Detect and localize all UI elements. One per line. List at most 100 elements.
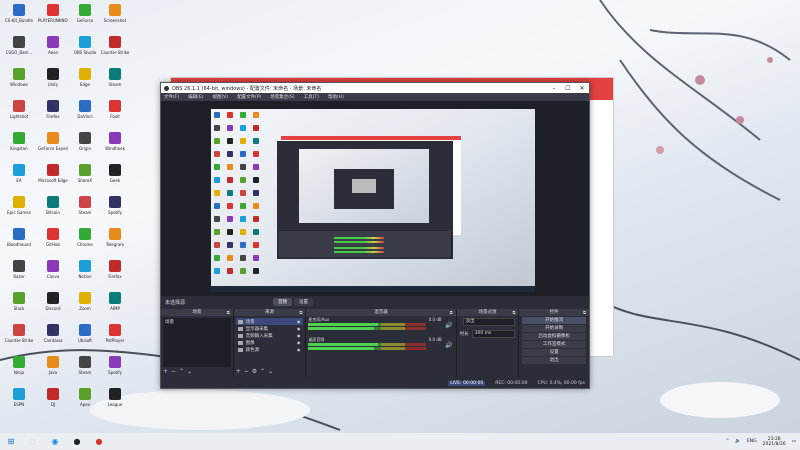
language-indicator[interactable]: ENG (747, 439, 757, 444)
desktop-icon[interactable]: Notion (70, 258, 100, 288)
desktop-icon[interactable]: DJ (38, 386, 68, 416)
move-up-icon[interactable]: ⌃ (260, 368, 265, 376)
menu-scene-collection[interactable]: 场景集合(S) (270, 94, 294, 100)
preview-area[interactable] (161, 101, 589, 296)
speaker-icon[interactable]: 🔊 (445, 322, 452, 329)
desktop-icon[interactable]: Lightshot (4, 98, 34, 128)
desktop-icon[interactable]: Ninja (4, 354, 34, 384)
desktop-icon[interactable]: CS-Kit_Bundle (4, 2, 34, 32)
desktop-icon[interactable]: Microsoft Edge (38, 162, 68, 192)
maximize-button[interactable]: ☐ (561, 85, 575, 92)
desktop-icon[interactable]: Aeon (38, 34, 68, 64)
desktop-icon[interactable]: Slack (4, 290, 34, 320)
move-down-icon[interactable]: ⌄ (187, 368, 192, 376)
duration-input[interactable]: 300 ms (471, 330, 516, 338)
start-streaming-button[interactable]: 开始推流 (522, 317, 586, 324)
visibility-icon[interactable]: ◉ (297, 326, 301, 331)
desktop-icon[interactable]: Steam (100, 66, 130, 96)
settings-button[interactable]: 设置 (522, 349, 586, 356)
preview-canvas[interactable] (211, 109, 535, 292)
dock-float-icon[interactable]: ⧉ (450, 309, 453, 316)
source-item[interactable]: 图像 ◉ (236, 339, 304, 346)
move-down-icon[interactable]: ⌄ (268, 368, 273, 376)
desktop-icon[interactable]: Telegram (100, 226, 130, 256)
virtual-camera-button[interactable]: 启动虚拟摄像机 (522, 333, 586, 340)
minimize-button[interactable]: – (547, 85, 561, 92)
menu-file[interactable]: 文件(F) (164, 94, 179, 100)
desktop-icon[interactable]: League (100, 386, 130, 416)
close-button[interactable]: ✕ (575, 85, 589, 92)
remove-scene-icon[interactable]: − (171, 368, 176, 376)
desktop-icon[interactable]: Discord (38, 290, 68, 320)
desktop-icon[interactable]: Java (38, 354, 68, 384)
desktop-icon[interactable]: Epic Games (4, 194, 34, 224)
add-source-icon[interactable]: + (236, 368, 241, 376)
remove-source-icon[interactable]: − (244, 368, 249, 376)
filters-button[interactable]: 设置 (294, 298, 313, 306)
menu-view[interactable]: 视图(V) (212, 94, 228, 100)
desktop-icon[interactable]: Chrome (70, 226, 100, 256)
transition-type-select[interactable]: 淡出 (462, 318, 516, 326)
menu-help[interactable]: 帮助(H) (328, 94, 344, 100)
scene-item[interactable]: 场景 (163, 318, 231, 325)
desktop-icon[interactable]: GeForce Experience (38, 130, 68, 160)
netease-music-icon[interactable]: ● (88, 433, 110, 450)
obs-titlebar[interactable]: OBS 26.1.1 (64-bit, windows) - 配置文件: 未命名… (161, 83, 589, 93)
desktop-icon[interactable]: AIMP (100, 290, 130, 320)
visibility-icon[interactable]: ◉ (297, 319, 301, 324)
desktop-icon[interactable]: Edge (70, 66, 100, 96)
desktop-icon[interactable]: DaVinci (70, 98, 100, 128)
desktop-icon[interactable]: Bloodhound (4, 226, 34, 256)
desktop-icon[interactable]: Kingston (4, 130, 34, 160)
desktop-icon[interactable]: Ubisoft (70, 322, 100, 352)
desktop-icon[interactable]: PLAYERUNKNOWN (38, 2, 68, 32)
desktop-icon[interactable]: Firefox (38, 98, 68, 128)
visibility-icon[interactable]: ◉ (297, 347, 301, 352)
desktop-icon[interactable]: Steam (70, 194, 100, 224)
studio-mode-button[interactable]: 工作室模式 (522, 341, 586, 348)
menu-tools[interactable]: 工具(T) (304, 94, 319, 100)
notification-icon[interactable]: ▭ (792, 439, 796, 444)
desktop-icon[interactable]: CSGO_Bam... (4, 34, 34, 64)
desktop-icon[interactable]: Steam (70, 354, 100, 384)
properties-button[interactable]: 音频 (273, 298, 292, 306)
start-recording-button[interactable]: 开始录制 (522, 325, 586, 332)
add-scene-icon[interactable]: + (163, 368, 168, 376)
exit-button[interactable]: 退出 (522, 357, 586, 364)
speaker-icon[interactable]: 🔊 (445, 342, 452, 349)
desktop-icon[interactable]: Counter-Strike (4, 322, 34, 352)
source-item[interactable]: 音频输入采集 ◉ (236, 332, 304, 339)
obs-taskbar-icon[interactable]: ● (66, 433, 88, 450)
desktop-icon[interactable]: Geek (100, 162, 130, 192)
start-icon[interactable]: ⊞ (0, 433, 22, 450)
desktop-icon[interactable]: OBS Studio (70, 34, 100, 64)
move-up-icon[interactable]: ⌃ (179, 368, 184, 376)
desktop-icon[interactable]: ShareX (70, 162, 100, 192)
visibility-icon[interactable]: ◉ (297, 333, 301, 338)
desktop-icon[interactable]: Apex (70, 386, 100, 416)
chevron-up-icon[interactable]: ⌃ (726, 439, 730, 444)
dock-float-icon[interactable]: ⧉ (583, 309, 586, 316)
desktop-icon[interactable]: EA (4, 162, 34, 192)
source-item[interactable]: 场景 ◉ (235, 318, 304, 325)
dock-float-icon[interactable]: ⧉ (299, 309, 302, 316)
dock-float-icon[interactable]: ⧉ (512, 309, 515, 316)
source-properties-icon[interactable]: ⚙ (252, 368, 257, 376)
obs-window[interactable]: OBS 26.1.1 (64-bit, windows) - 配置文件: 未命名… (160, 82, 590, 389)
menu-edit[interactable]: 编辑(E) (188, 94, 203, 100)
desktop-icon[interactable]: Camtasia (38, 322, 68, 352)
source-item[interactable]: 显示器采集 ◉ (236, 325, 304, 332)
desktop-icon[interactable]: Foxit (100, 98, 130, 128)
source-item[interactable]: 颜色源 ◉ (236, 346, 304, 353)
menu-profile[interactable]: 配置文件(P) (237, 94, 261, 100)
desktop-icon[interactable]: Bitcoin (38, 194, 68, 224)
desktop-icon[interactable]: GeForce (70, 2, 100, 32)
desktop-icon[interactable]: PotPlayer (100, 322, 130, 352)
desktop-icon[interactable]: Firefox (100, 258, 130, 288)
desktop-icon[interactable]: Windows (4, 66, 34, 96)
desktop-icon[interactable]: Windhoek (100, 130, 130, 160)
desktop-icon[interactable]: Razer (4, 258, 34, 288)
desktop-icon[interactable]: Counter-Strike (100, 34, 130, 64)
search-icon[interactable]: ○ (22, 433, 44, 450)
dock-float-icon[interactable]: ⧉ (227, 309, 230, 316)
